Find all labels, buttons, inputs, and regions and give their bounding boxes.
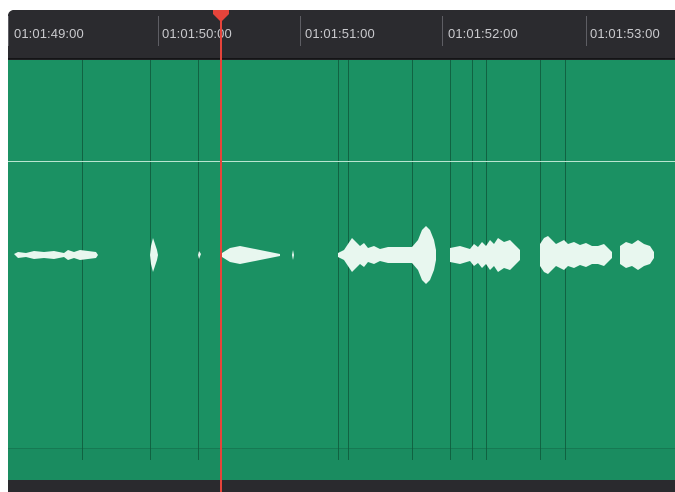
- timecode-label: 01:01:49:00: [14, 26, 84, 41]
- audio-clip-footer[interactable]: [8, 448, 675, 481]
- timecode-label: 01:01:51:00: [305, 26, 375, 41]
- timecode-label: 01:01:52:00: [448, 26, 518, 41]
- ruler-tick: [586, 16, 587, 46]
- ruler-tick: [442, 16, 443, 46]
- playhead-handle-icon[interactable]: [212, 10, 230, 24]
- timecode-ruler[interactable]: 01:01:49:00 01:01:50:00 01:01:51:00 01:0…: [8, 10, 675, 59]
- timeline-panel[interactable]: 01:01:49:00 01:01:50:00 01:01:51:00 01:0…: [8, 10, 675, 492]
- volume-level-line[interactable]: [8, 161, 675, 162]
- audio-waveform: [14, 226, 654, 284]
- track-gap: [8, 480, 675, 492]
- ruler-tick: [8, 16, 9, 46]
- playhead[interactable]: [220, 10, 222, 492]
- ruler-tick: [300, 16, 301, 46]
- ruler-tick: [158, 16, 159, 46]
- timecode-label: 01:01:53:00: [590, 26, 660, 41]
